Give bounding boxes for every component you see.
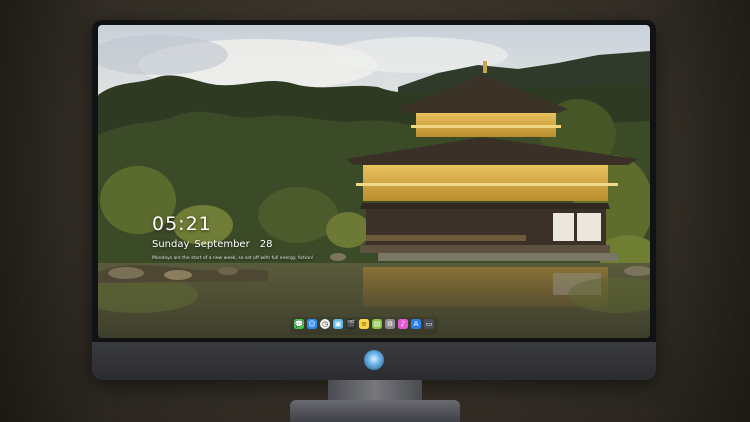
finder-icon[interactable]: ☺ [307,319,317,329]
photos-icon[interactable]: ▤ [372,319,382,329]
monitor-stand-neck [328,380,422,402]
background-blur-right [640,0,750,422]
brand-logo-icon [364,350,384,370]
messages-icon[interactable]: 💬 [294,319,304,329]
wallpaper [98,25,650,338]
dock: 💬 ☺ ◷ ▣ 🎬 ≡ ▤ ⚙ ♪ A ▭ [290,317,438,335]
claquette-icon[interactable]: 🎬 [346,319,356,329]
date-weekday: Sunday [152,239,190,250]
date-day: 28 [259,239,273,250]
appstore-icon[interactable]: A [411,319,421,329]
monitor-stand-base [290,400,460,422]
date-month: September [194,239,250,250]
notes-icon[interactable]: ≡ [359,319,369,329]
screen-icon[interactable]: ▭ [424,319,434,329]
preview-icon[interactable]: ▣ [333,319,343,329]
itunes-icon[interactable]: ♪ [398,319,408,329]
settings-icon[interactable]: ⚙ [385,319,395,329]
monitor: 05:21 Sunday September 28 Mondays are the … [92,20,656,380]
lock-clock: 05:21 [152,213,212,235]
clock-icon[interactable]: ◷ [320,319,330,329]
lock-date: Sunday September 28 [152,239,277,250]
screen: 05:21 Sunday September 28 Mondays are the … [98,25,650,338]
lock-memo: Mondays are the start of a new week, so … [152,256,314,261]
monitor-chin [92,342,656,380]
